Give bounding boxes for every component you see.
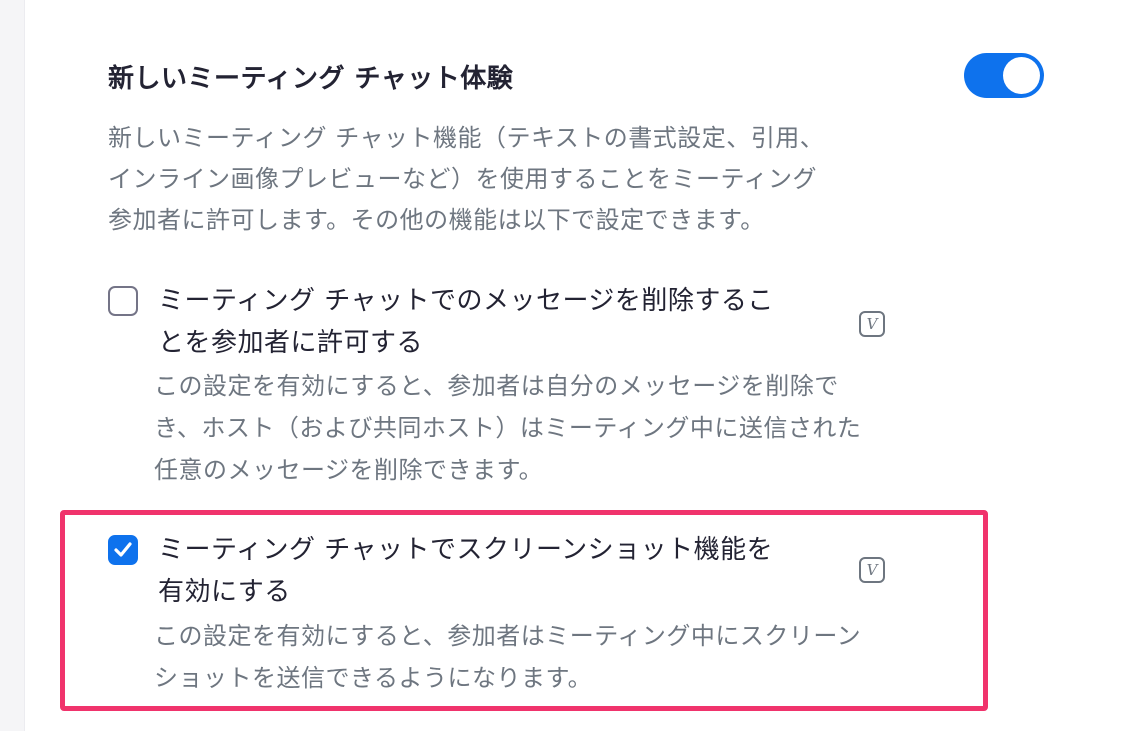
checkmark-icon bbox=[114, 542, 132, 557]
allow-delete-messages-description: この設定を有効にすると、参加者は自分のメッセージを削除で き、ホスト（および共同… bbox=[154, 365, 984, 491]
setting-title: 新しいミーティング チャット体験 bbox=[108, 64, 514, 94]
enable-screenshot-description: この設定を有効にすると、参加者はミーティング中にスクリーン ショットを送信できる… bbox=[154, 615, 984, 699]
setting-description: 新しいミーティング チャット機能（テキストの書式設定、引用、 インライン画像プレ… bbox=[108, 118, 938, 241]
option-description-line: ショットを送信できるようになります。 bbox=[154, 664, 593, 692]
setting-description-line: 参加者に許可します。その他の機能は以下で設定できます。 bbox=[108, 206, 765, 234]
option-description-line: この設定を有効にすると、参加者はミーティング中にスクリーン bbox=[154, 622, 862, 650]
toggle-knob bbox=[1003, 57, 1040, 94]
version-v-icon[interactable]: V bbox=[859, 557, 885, 583]
enable-screenshot-label[interactable]: ミーティング チャットでスクリーンショット機能を 有効にする bbox=[158, 529, 838, 613]
option-label-line: ミーティング チャットでのメッセージを削除するこ bbox=[158, 286, 774, 316]
enable-screenshot-checkbox[interactable] bbox=[108, 535, 138, 565]
option-description-line: この設定を有効にすると、参加者は自分のメッセージを削除で bbox=[154, 372, 839, 400]
option-description-line: 任意のメッセージを削除できます。 bbox=[154, 456, 544, 484]
setting-description-line: インライン画像プレビューなど）を使用することをミーティング bbox=[108, 165, 818, 193]
option-label-line: ミーティング チャットでスクリーンショット機能を bbox=[158, 535, 774, 565]
option-label-line: 有効にする bbox=[158, 577, 291, 607]
allow-delete-messages-label[interactable]: ミーティング チャットでのメッセージを削除するこ とを参加者に許可する bbox=[158, 280, 838, 364]
new-chat-experience-toggle[interactable] bbox=[964, 53, 1044, 98]
setting-description-line: 新しいミーティング チャット機能（テキストの書式設定、引用、 bbox=[108, 124, 825, 152]
option-description-line: き、ホスト（および共同ホスト）はミーティング中に送信された bbox=[154, 414, 862, 442]
left-panel-edge bbox=[0, 0, 25, 731]
option-label-line: とを参加者に許可する bbox=[158, 328, 424, 358]
allow-delete-messages-checkbox[interactable] bbox=[108, 286, 138, 316]
version-v-icon[interactable]: V bbox=[859, 311, 885, 337]
